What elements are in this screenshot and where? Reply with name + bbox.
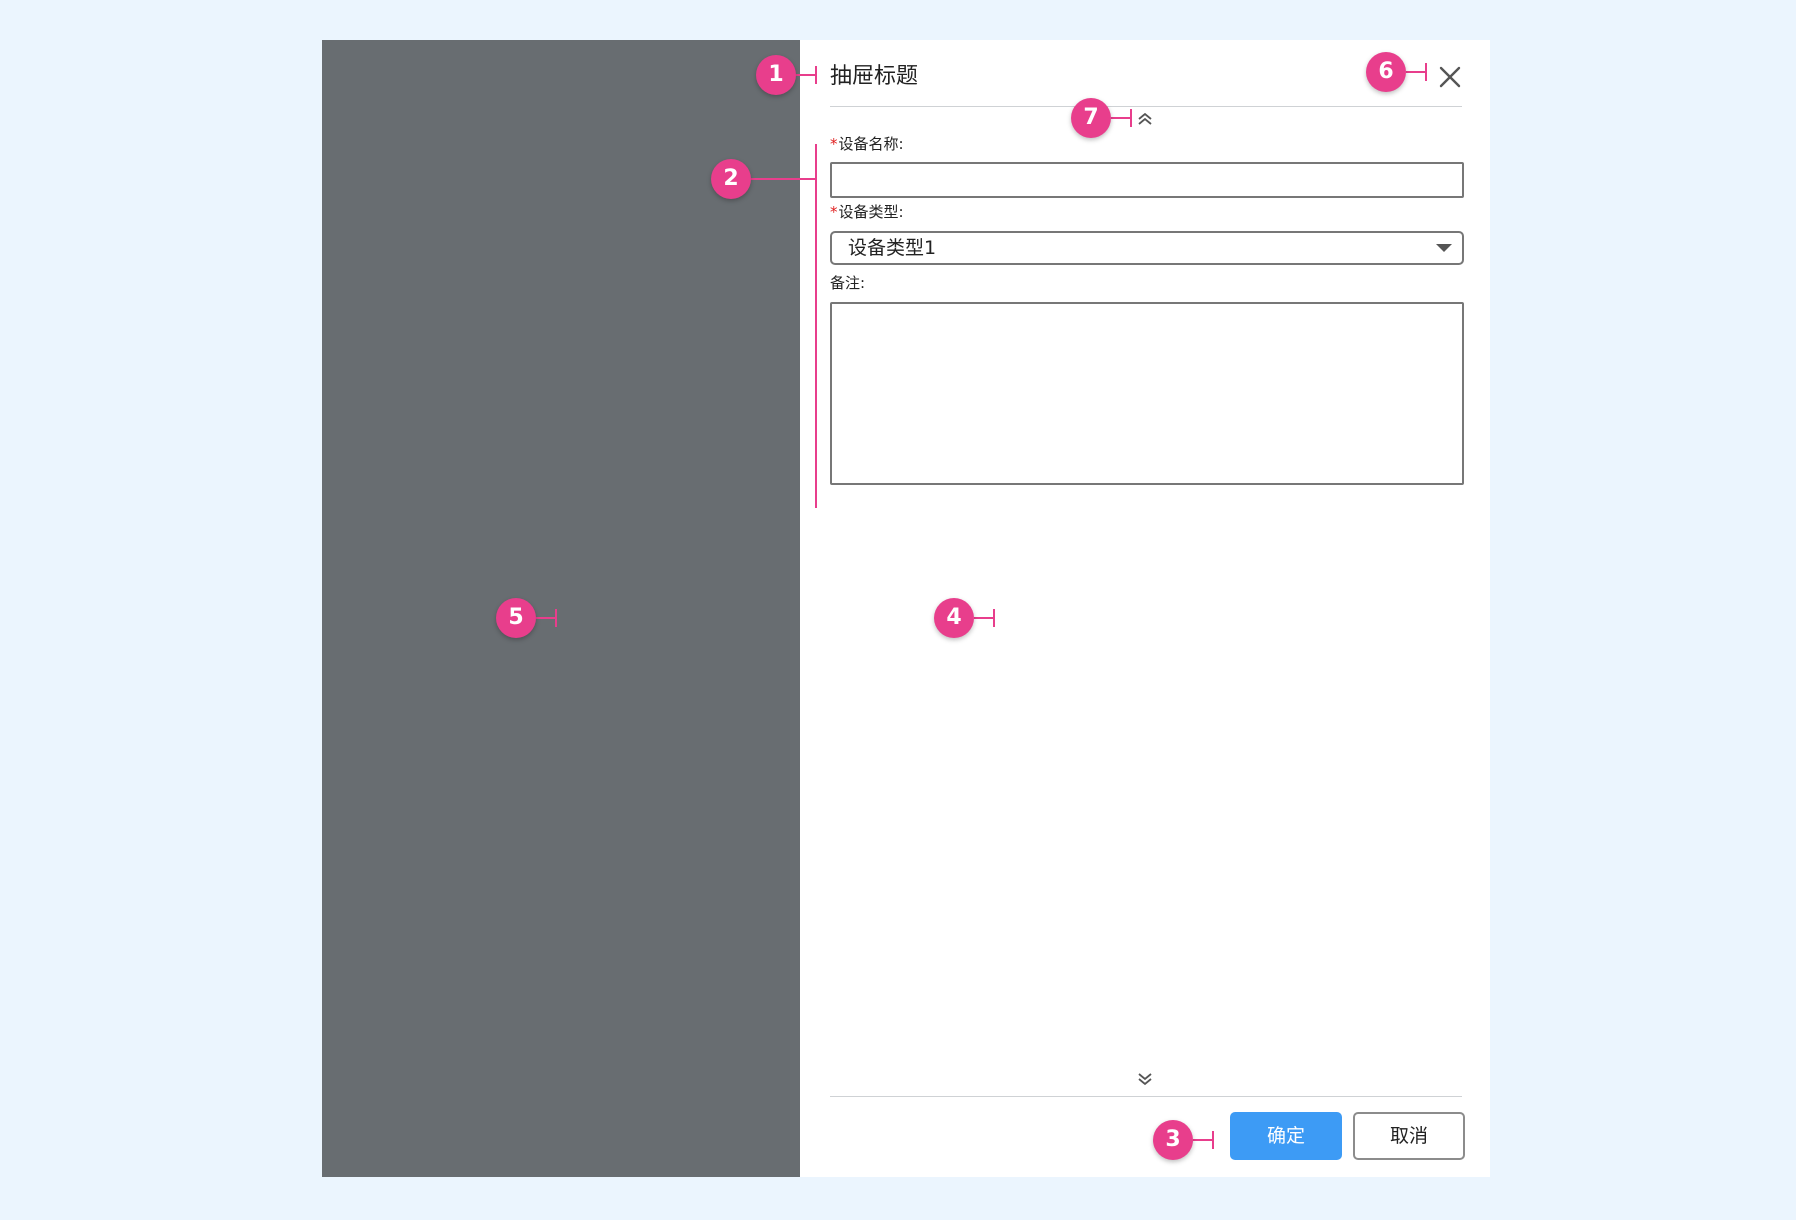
close-icon-graphic [1439,66,1461,88]
annotation-marker-3: 3 [1153,1120,1193,1160]
annotation-marker-5: 5 [496,598,536,638]
cancel-button[interactable]: 取消 [1353,1112,1465,1160]
device-name-input[interactable] [830,162,1464,198]
drawer-panel: 抽屉标题 *设备名称: *设备类型: 设备类型1 备注: 确定 取消 [800,40,1490,1177]
required-mark: * [830,203,838,221]
annotation-marker-6: 6 [1366,52,1406,92]
drawer-title: 抽屉标题 [830,64,919,89]
overlay-mask[interactable] [322,40,800,1177]
annotation-marker-4: 4 [934,598,974,638]
chevron-double-down-icon [1138,1073,1152,1086]
device-type-select[interactable]: 设备类型1 [830,231,1464,265]
footer-divider [830,1096,1462,1097]
confirm-button[interactable]: 确定 [1230,1112,1342,1160]
required-mark: * [830,135,838,153]
device-name-label: *设备名称: [830,134,904,154]
remark-textarea[interactable] [830,302,1464,485]
dropdown-arrow-icon [1436,244,1452,252]
annotation-marker-7: 7 [1071,98,1111,138]
annotation-marker-2: 2 [711,159,751,199]
device-name-label-text: 设备名称: [838,135,904,153]
close-icon[interactable] [1433,60,1467,94]
remark-label: 备注: [830,274,866,292]
chevron-double-up-icon [1138,112,1152,125]
device-type-selected-value: 设备类型1 [848,237,937,259]
device-type-label: *设备类型: [830,202,904,222]
annotation-marker-1: 1 [756,55,796,95]
scroll-up-icon[interactable] [1134,110,1156,128]
header-divider [830,106,1462,107]
scroll-down-icon[interactable] [1134,1070,1156,1088]
device-type-label-text: 设备类型: [838,203,904,221]
